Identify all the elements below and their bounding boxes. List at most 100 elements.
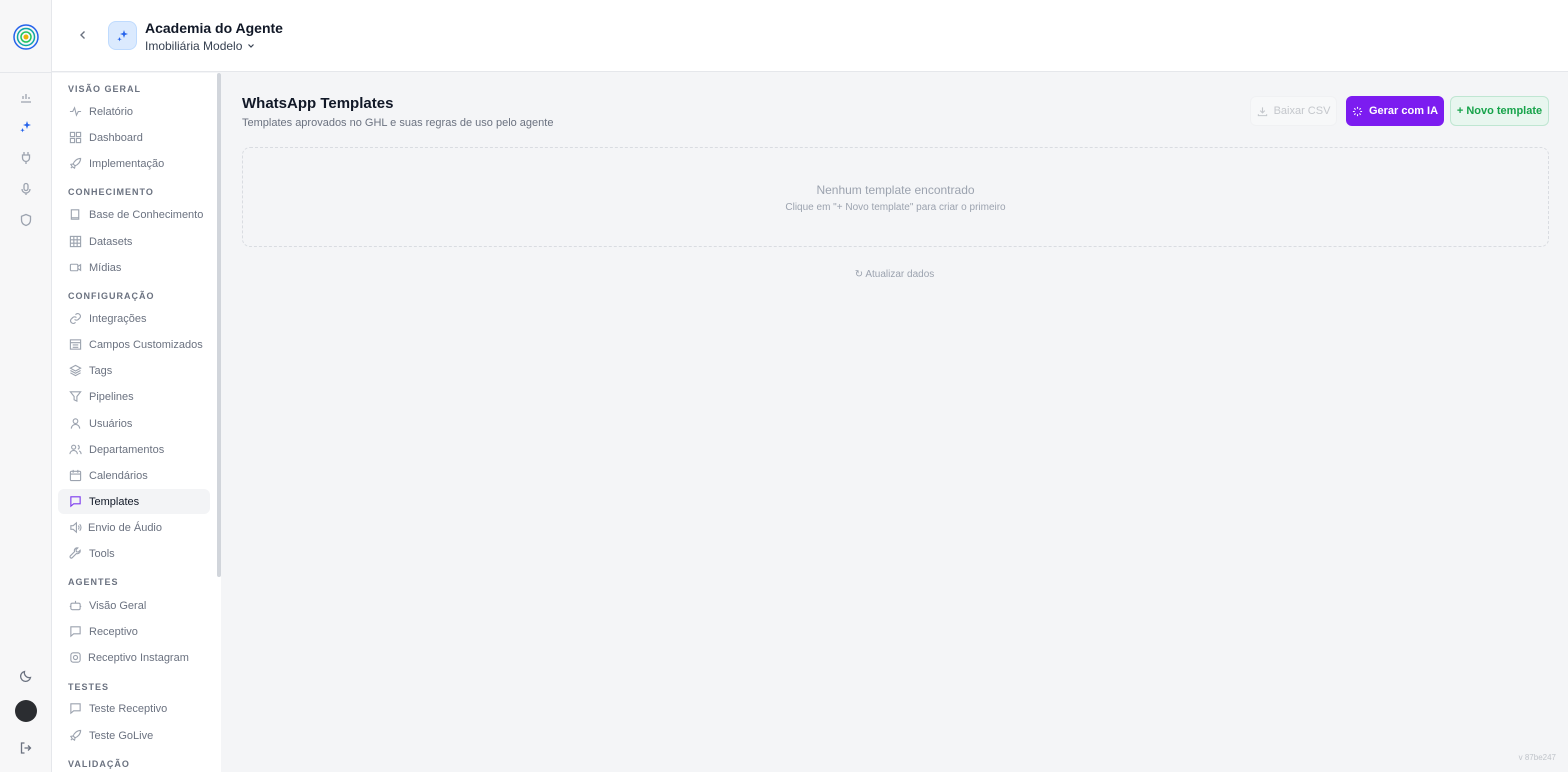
- sidebar-item-label: Teste Receptivo: [89, 702, 168, 715]
- sidebar-item-midias[interactable]: Mídias: [58, 255, 210, 280]
- sidebar-item-label: Teste GoLive: [89, 729, 154, 742]
- logout-icon[interactable]: [16, 738, 36, 758]
- sidebar: VISÃO GERAL Relatório Dashboard Implemen…: [52, 73, 221, 772]
- section-title: TESTES: [68, 682, 110, 692]
- sidebar-item-teste-receptivo[interactable]: Teste Receptivo: [58, 696, 210, 721]
- sidebar-item-label: Visão Geral: [89, 599, 147, 612]
- rocket-icon: [68, 729, 82, 743]
- video-icon: [68, 261, 82, 275]
- sidebar-item-label: Campos Customizados: [89, 338, 203, 351]
- download-icon: [1257, 106, 1267, 116]
- sidebar-item-label: Mídias: [89, 261, 122, 274]
- sidebar-item-tags[interactable]: Tags: [58, 358, 210, 383]
- chevron-down-icon: [248, 44, 255, 48]
- app-rail: [0, 0, 52, 772]
- section-title: VALIDAÇÃO: [68, 759, 130, 769]
- sidebar-item-departamentos[interactable]: Departamentos: [58, 437, 210, 462]
- sidebar-item-label: Templates: [89, 495, 140, 508]
- download-csv-button[interactable]: Baixar CSV: [1250, 96, 1337, 126]
- user-icon: [68, 417, 82, 431]
- bot-icon: [68, 599, 82, 613]
- instagram-icon: [68, 651, 82, 665]
- sidebar-item-label: Receptivo: [89, 625, 138, 638]
- empty-state: Nenhum template encontrado Clique em "+ …: [242, 147, 1549, 247]
- page-title: WhatsApp Templates: [242, 95, 394, 112]
- main-content: WhatsApp Templates Templates aprovados n…: [221, 73, 1568, 772]
- list-icon: [68, 338, 82, 352]
- sidebar-item-teste-golive[interactable]: Teste GoLive: [58, 723, 210, 748]
- moon-icon[interactable]: [16, 666, 36, 686]
- sidebar-item-base-conhecimento[interactable]: Base de Conhecimento: [58, 202, 210, 227]
- org-name: Imobiliária Modelo: [145, 39, 243, 53]
- mic-icon[interactable]: [16, 179, 36, 199]
- empty-state-title: Nenhum template encontrado: [816, 183, 975, 197]
- sidebar-item-label: Usuários: [89, 417, 133, 430]
- link-icon: [68, 312, 82, 326]
- rail-divider: [0, 72, 52, 73]
- agent-name: Academia do Agente: [145, 20, 283, 36]
- sidebar-item-label: Datasets: [89, 235, 133, 248]
- sidebar-item-label: Integrações: [89, 312, 147, 325]
- generate-ai-label: Gerar com IA: [1368, 105, 1439, 117]
- agent-avatar: [108, 21, 137, 50]
- rocket-icon: [68, 157, 82, 171]
- chart-icon[interactable]: [16, 87, 36, 107]
- sidebar-item-label: Departamentos: [89, 443, 165, 456]
- download-csv-label: Baixar CSV: [1273, 105, 1331, 117]
- sidebar-item-label: Dashboard: [89, 131, 143, 144]
- sidebar-item-dashboard[interactable]: Dashboard: [58, 125, 210, 150]
- section-title: AGENTES: [68, 577, 119, 587]
- new-template-button[interactable]: + Novo template: [1450, 96, 1549, 126]
- sidebar-item-campos-customizados[interactable]: Campos Customizados: [58, 332, 210, 357]
- avatar[interactable]: [15, 700, 37, 722]
- top-header: Academia do Agente Imobiliária Modelo: [52, 0, 1568, 72]
- message-icon: [68, 495, 82, 509]
- table-icon: [68, 235, 82, 249]
- speaker-icon: [68, 521, 82, 535]
- filter-icon: [68, 390, 82, 404]
- page-subtitle: Templates aprovados no GHL e suas regras…: [242, 117, 554, 129]
- wrench-icon: [68, 547, 82, 561]
- activity-icon: [68, 105, 82, 119]
- sidebar-item-label: Tags: [89, 364, 113, 377]
- loader-icon: [1352, 106, 1363, 116]
- sidebar-item-relatorio[interactable]: Relatório: [58, 99, 210, 124]
- sidebar-item-label: Base de Conhecimento: [89, 208, 204, 221]
- message-icon: [68, 702, 82, 716]
- sidebar-item-receptivo-instagram[interactable]: Receptivo Instagram: [58, 645, 210, 670]
- back-icon[interactable]: [74, 26, 92, 44]
- sidebar-item-datasets[interactable]: Datasets: [58, 229, 210, 254]
- sidebar-item-implementacao[interactable]: Implementação: [58, 151, 210, 176]
- empty-state-subtitle: Clique em "+ Novo template" para criar o…: [785, 202, 1006, 213]
- version-label: v 87be247: [1518, 753, 1556, 762]
- grid-icon: [68, 131, 82, 145]
- section-title: CONHECIMENTO: [68, 187, 154, 197]
- sidebar-item-integracoes[interactable]: Integrações: [58, 306, 210, 331]
- sidebar-item-calendarios[interactable]: Calendários: [58, 463, 210, 488]
- sidebar-item-label: Calendários: [89, 469, 148, 482]
- generate-ai-button[interactable]: Gerar com IA: [1346, 96, 1444, 126]
- sidebar-item-usuarios[interactable]: Usuários: [58, 411, 210, 436]
- refresh-data-link[interactable]: ↻ Atualizar dados: [221, 269, 1568, 280]
- sidebar-item-label: Tools: [89, 547, 115, 560]
- sidebar-item-label: Envio de Áudio: [88, 521, 162, 534]
- layers-icon: [68, 364, 82, 378]
- org-selector[interactable]: Imobiliária Modelo: [145, 39, 255, 53]
- section-title: CONFIGURAÇÃO: [68, 291, 155, 301]
- sidebar-item-pipelines[interactable]: Pipelines: [58, 384, 210, 409]
- plug-icon[interactable]: [16, 148, 36, 168]
- sidebar-item-tools[interactable]: Tools: [58, 541, 210, 566]
- sidebar-item-visao-geral[interactable]: Visão Geral: [58, 593, 210, 618]
- sidebar-item-templates[interactable]: Templates: [58, 489, 210, 514]
- book-icon: [68, 208, 82, 222]
- sidebar-item-label: Implementação: [89, 157, 165, 170]
- logo-icon[interactable]: [13, 24, 39, 50]
- sparkles-icon: [116, 29, 128, 41]
- sidebar-item-receptivo[interactable]: Receptivo: [58, 619, 210, 644]
- sidebar-item-label: Pipelines: [89, 390, 134, 403]
- sidebar-item-label: Relatório: [89, 105, 134, 118]
- section-title: VISÃO GERAL: [68, 84, 142, 94]
- shield-icon[interactable]: [16, 210, 36, 230]
- sidebar-item-envio-audio[interactable]: Envio de Áudio: [58, 515, 210, 540]
- sparkles-icon[interactable]: [16, 117, 36, 137]
